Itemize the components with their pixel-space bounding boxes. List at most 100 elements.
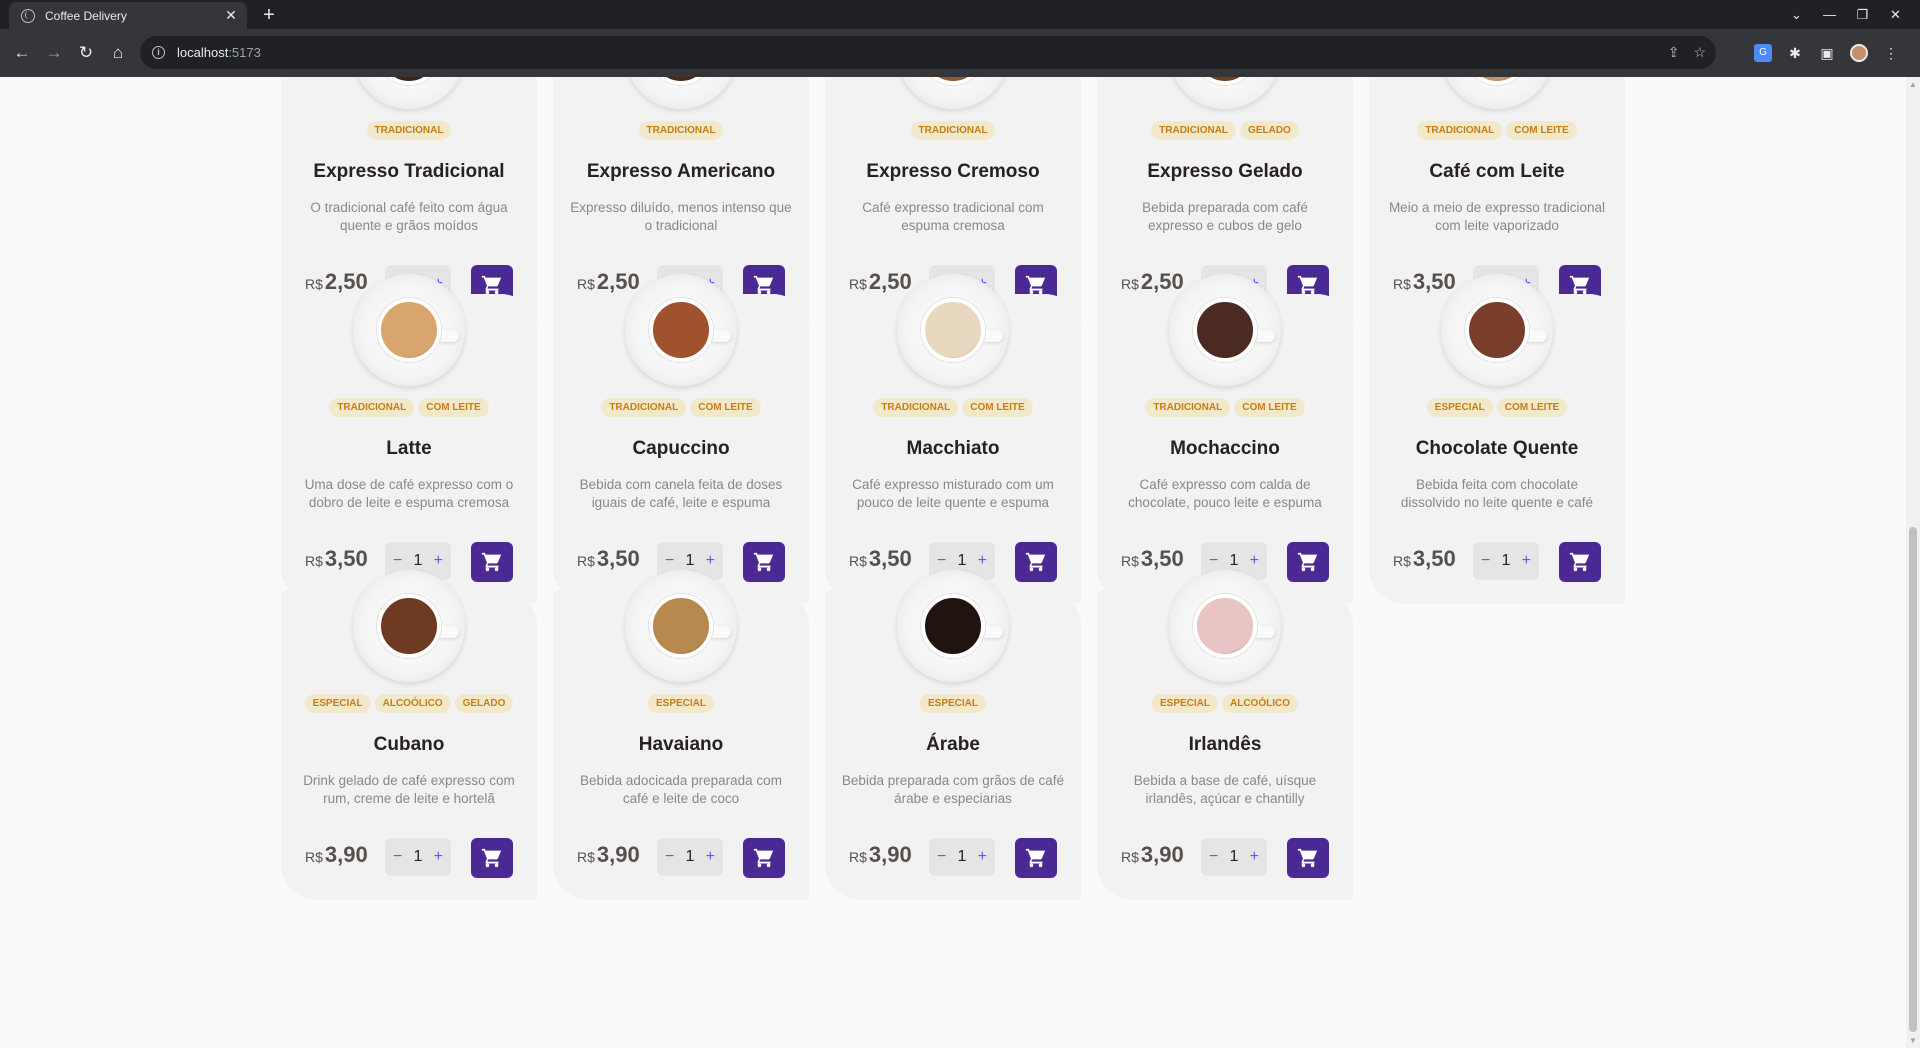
coffee-description: Bebida adocicada preparada com café e le… <box>580 773 782 806</box>
minus-button[interactable]: − <box>1481 552 1490 570</box>
minus-button[interactable]: − <box>393 552 402 570</box>
translate-extension-icon[interactable]: G <box>1754 44 1772 62</box>
close-icon[interactable]: ✕ <box>223 7 239 24</box>
url-port: :5173 <box>228 45 261 60</box>
coffee-tag: TRADICIONAL <box>910 121 996 140</box>
back-button[interactable]: ← <box>6 43 38 63</box>
minus-button[interactable]: − <box>1209 552 1218 570</box>
side-panel-icon[interactable]: ▣ <box>1818 44 1836 62</box>
currency-symbol: R$ <box>1121 849 1139 865</box>
plus-button[interactable]: + <box>978 552 987 570</box>
add-to-cart-button[interactable] <box>1559 542 1601 582</box>
minus-button[interactable]: − <box>665 552 674 570</box>
coffee-tag: COM LEITE <box>1506 121 1577 140</box>
plus-button[interactable]: + <box>1250 848 1259 866</box>
coffee-tag: ESPECIAL <box>919 694 986 713</box>
add-to-cart-button[interactable] <box>743 542 785 582</box>
coffee-description: Bebida feita com chocolate dissolvido no… <box>1400 477 1594 510</box>
add-to-cart-button[interactable] <box>743 838 785 878</box>
profile-avatar[interactable] <box>1850 44 1868 62</box>
coffee-tag: COM LEITE <box>690 398 761 417</box>
restore-button[interactable]: ❐ <box>1846 7 1879 23</box>
add-to-cart-button[interactable] <box>1015 838 1057 878</box>
coffee-card: ESPECIAL Árabe Bebida preparada com grão… <box>825 570 1081 900</box>
menu-kebab-icon[interactable]: ⋮ <box>1882 44 1900 62</box>
coffee-card: ESPECIAL ALCOÓLICO GELADO Cubano Drink gel… <box>281 570 537 900</box>
bookmark-star-icon[interactable]: ☆ <box>1693 44 1706 61</box>
close-window-button[interactable]: ✕ <box>1879 7 1912 23</box>
currency-symbol: R$ <box>849 553 867 569</box>
price-value: 3,50 <box>1412 546 1456 571</box>
cart-icon <box>1297 552 1318 572</box>
plus-button[interactable]: + <box>1522 552 1531 570</box>
share-icon[interactable]: ⇪ <box>1668 44 1680 61</box>
currency-symbol: R$ <box>1393 553 1411 569</box>
scroll-thumb[interactable] <box>1909 527 1917 1032</box>
cart-icon <box>481 275 502 295</box>
coffee-description: Expresso diluído, menos intenso que o tr… <box>570 200 792 233</box>
minus-button[interactable]: − <box>665 848 674 866</box>
price-value: 2,50 <box>1140 269 1184 294</box>
coffee-title: Mochaccino <box>1170 438 1280 459</box>
scroll-up-arrow-icon[interactable]: ▲ <box>1909 80 1917 89</box>
forward-button[interactable]: → <box>38 43 70 63</box>
minimize-button[interactable]: — <box>1813 7 1846 22</box>
plus-button[interactable]: + <box>434 848 443 866</box>
coffee-price: R$ 3,50 <box>849 546 912 572</box>
quantity-stepper: − 1 + <box>657 838 723 876</box>
plus-button[interactable]: + <box>706 848 715 866</box>
cart-icon <box>753 275 774 295</box>
coffee-price: R$ 3,50 <box>577 546 640 572</box>
coffee-title: Expresso Cremoso <box>866 161 1040 182</box>
plus-button[interactable]: + <box>434 552 443 570</box>
browser-toolbar: ← → ↻ ⌂ i localhost:5173 ⇪ ☆ G ✱ ▣ ⋮ <box>0 29 1920 77</box>
chevron-down-icon[interactable]: ⌄ <box>1780 7 1813 23</box>
add-to-cart-button[interactable] <box>1015 542 1057 582</box>
plus-button[interactable]: + <box>706 552 715 570</box>
info-icon[interactable]: i <box>152 46 165 59</box>
extensions-puzzle-icon[interactable]: ✱ <box>1786 44 1804 62</box>
address-bar[interactable]: i localhost:5173 ⇪ ☆ <box>140 36 1716 69</box>
tag-list: TRADICIONAL COM LEITE <box>553 398 809 417</box>
coffee-image <box>625 274 737 386</box>
minus-button[interactable]: − <box>937 552 946 570</box>
add-to-cart-button[interactable] <box>471 542 513 582</box>
new-tab-button[interactable]: + <box>258 4 280 26</box>
coffee-image <box>897 570 1009 682</box>
coffee-tag: GELADO <box>454 694 514 713</box>
quantity-value: 1 <box>413 848 423 865</box>
coffee-title: Latte <box>386 438 432 459</box>
coffee-description: Café expresso com calda de chocolate, po… <box>1128 477 1322 510</box>
coffee-title: Havaiano <box>638 734 724 755</box>
price-value: 3,90 <box>868 842 912 867</box>
tag-list: TRADICIONAL COM LEITE <box>1369 121 1625 140</box>
coffee-image <box>897 274 1009 386</box>
coffee-price: R$ 3,50 <box>1393 546 1456 572</box>
coffee-tag: COM LEITE <box>418 398 489 417</box>
browser-tab[interactable]: Coffee Delivery ✕ <box>9 2 247 29</box>
scrollbar[interactable]: ▲ ▼ <box>1906 77 1920 1048</box>
add-to-cart-button[interactable] <box>1287 838 1329 878</box>
coffee-tag: ESPECIAL <box>304 694 371 713</box>
coffee-title: Árabe <box>926 734 980 755</box>
coffee-price: R$ 2,50 <box>849 269 912 295</box>
minus-button[interactable]: − <box>393 848 402 866</box>
quantity-value: 1 <box>685 552 695 569</box>
minus-button[interactable]: − <box>937 848 946 866</box>
reload-button[interactable]: ↻ <box>70 43 102 63</box>
coffee-description: O tradicional café feito com água quente… <box>310 200 508 233</box>
scroll-down-arrow-icon[interactable]: ▼ <box>1909 1036 1917 1045</box>
currency-symbol: R$ <box>1121 553 1139 569</box>
cart-icon <box>753 552 774 572</box>
add-to-cart-button[interactable] <box>471 838 513 878</box>
home-button[interactable]: ⌂ <box>102 43 134 63</box>
tag-list: TRADICIONAL COM LEITE <box>1097 398 1353 417</box>
coffee-description: Bebida preparada com grãos de café árabe… <box>841 773 1065 806</box>
coffee-price: R$ 2,50 <box>305 269 368 295</box>
tag-list: TRADICIONAL GELADO <box>1097 121 1353 140</box>
currency-symbol: R$ <box>577 849 595 865</box>
plus-button[interactable]: + <box>978 848 987 866</box>
add-to-cart-button[interactable] <box>1287 542 1329 582</box>
plus-button[interactable]: + <box>1250 552 1259 570</box>
minus-button[interactable]: − <box>1209 848 1218 866</box>
